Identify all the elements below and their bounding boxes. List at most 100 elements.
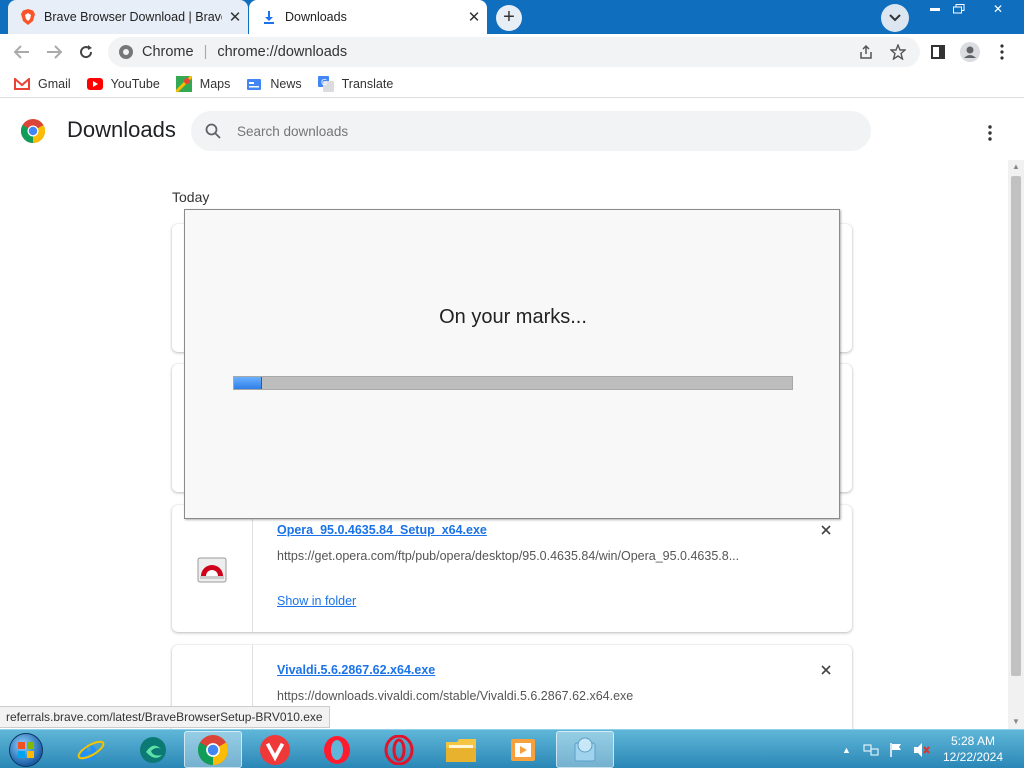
bookmark-label: Gmail xyxy=(38,76,71,91)
opera-installer-icon xyxy=(197,557,227,582)
search-downloads-box[interactable] xyxy=(191,111,871,151)
bookmark-star-button[interactable] xyxy=(884,38,912,66)
scroll-up-arrow-icon[interactable]: ▲ xyxy=(1008,160,1024,174)
show-hidden-icons-arrow-icon[interactable]: ▲ xyxy=(842,745,851,755)
brave-installer-window: On your marks... xyxy=(184,209,840,519)
page-scrollbar[interactable]: ▲ ▼ xyxy=(1008,160,1024,729)
scroll-thumb[interactable] xyxy=(1011,176,1021,676)
bookmark-youtube[interactable]: YouTube xyxy=(86,76,160,92)
tab-search-button[interactable] xyxy=(881,4,909,32)
start-button[interactable] xyxy=(4,732,48,768)
chrome-menu-button[interactable] xyxy=(988,38,1016,66)
action-center-flag-icon[interactable] xyxy=(889,742,903,758)
reload-icon xyxy=(80,45,93,59)
bookmark-maps[interactable]: Maps xyxy=(175,75,230,92)
download-source-url[interactable]: https://get.opera.com/ftp/pub/opera/desk… xyxy=(277,549,797,563)
restore-button[interactable] xyxy=(944,0,974,18)
side-panel-icon xyxy=(931,45,945,59)
share-button[interactable] xyxy=(852,38,880,66)
translate-icon: G xyxy=(317,75,334,92)
bookmark-news[interactable]: News xyxy=(246,76,302,92)
download-card-opera: Opera_95.0.4635.84_Setup_x64.exe https:/… xyxy=(172,505,852,632)
page-title: Downloads xyxy=(67,117,176,142)
taskbar-edge[interactable] xyxy=(124,731,182,768)
profile-button[interactable] xyxy=(956,38,984,66)
share-icon xyxy=(860,44,872,59)
clock-date: 12/22/2024 xyxy=(942,750,1004,764)
back-button[interactable] xyxy=(8,38,36,66)
taskbar-chrome[interactable] xyxy=(184,731,242,768)
system-tray: ▲ xyxy=(842,730,931,768)
star-icon xyxy=(890,44,906,60)
back-arrow-icon xyxy=(14,45,29,59)
youtube-icon xyxy=(86,76,103,92)
brave-icon xyxy=(20,9,36,25)
forward-arrow-icon xyxy=(47,45,62,59)
more-vert-icon xyxy=(988,125,992,141)
file-explorer-icon xyxy=(446,738,476,762)
internet-explorer-icon: e xyxy=(77,735,105,765)
tab-downloads[interactable]: Downloads ✕ xyxy=(249,0,487,34)
taskbar-vivaldi[interactable] xyxy=(246,731,304,768)
taskbar-installer[interactable] xyxy=(556,731,614,768)
show-in-folder-link[interactable]: Show in folder xyxy=(277,594,356,608)
taskbar-opera[interactable] xyxy=(308,731,366,768)
bookmark-label: Translate xyxy=(341,76,394,91)
search-input[interactable] xyxy=(237,123,737,139)
taskbar-media-player[interactable] xyxy=(494,731,552,768)
site-label: Chrome xyxy=(142,44,194,60)
downloads-header: Downloads xyxy=(0,99,1008,163)
reload-button[interactable] xyxy=(72,38,100,66)
chrome-site-icon xyxy=(119,45,133,59)
taskbar-file-explorer[interactable] xyxy=(432,731,490,768)
installer-icon xyxy=(574,737,596,761)
bookmark-gmail[interactable]: Gmail xyxy=(14,76,71,92)
address-bar[interactable]: Chrome | chrome://downloads xyxy=(108,37,920,67)
forward-button[interactable] xyxy=(40,38,68,66)
network-icon[interactable] xyxy=(863,742,879,758)
avatar-icon xyxy=(960,42,980,62)
more-vert-icon xyxy=(1000,44,1004,60)
download-filename-link[interactable]: Vivaldi.5.6.2867.62.x64.exe xyxy=(277,663,435,677)
download-source-url[interactable]: https://downloads.vivaldi.com/stable/Viv… xyxy=(277,689,797,703)
side-panel-button[interactable] xyxy=(924,38,952,66)
volume-muted-icon[interactable] xyxy=(913,742,931,758)
tab-brave-download[interactable]: Brave Browser Download | Brave ✕ xyxy=(8,0,248,34)
scroll-down-arrow-icon[interactable]: ▼ xyxy=(1008,715,1024,729)
remove-download-button[interactable] xyxy=(817,661,835,679)
close-tab-icon[interactable]: ✕ xyxy=(222,8,248,26)
news-icon xyxy=(246,76,262,92)
browser-toolbar: Chrome | chrome://downloads xyxy=(0,34,1024,70)
chrome-icon xyxy=(198,734,228,765)
separator: | xyxy=(203,44,208,60)
close-icon xyxy=(821,665,831,675)
opera-icon xyxy=(324,735,350,764)
download-filename-link[interactable]: Opera_95.0.4635.84_Setup_x64.exe xyxy=(277,523,487,537)
tab-strip: Brave Browser Download | Brave ✕ Downloa… xyxy=(0,0,1024,34)
link-status-bubble: referrals.brave.com/latest/BraveBrowserS… xyxy=(0,706,330,728)
new-tab-button[interactable]: + xyxy=(496,5,522,31)
close-window-button[interactable]: ✕ xyxy=(980,0,1016,18)
taskbar-clock[interactable]: 5:28 AM 12/22/2024 xyxy=(930,733,1016,765)
close-tab-icon[interactable]: ✕ xyxy=(461,8,487,26)
installer-progress-bar xyxy=(233,376,793,390)
clock-time: 5:28 AM xyxy=(950,734,996,748)
downloads-menu-button[interactable] xyxy=(978,121,1002,145)
taskbar-opera-gx[interactable] xyxy=(370,731,428,768)
bookmark-translate[interactable]: G Translate xyxy=(317,75,394,92)
url-text: chrome://downloads xyxy=(217,44,348,60)
installer-message: On your marks... xyxy=(439,306,587,328)
tab-title: Brave Browser Download | Brave xyxy=(44,10,222,24)
remove-download-button[interactable] xyxy=(817,521,835,539)
windows-logo-icon xyxy=(9,733,43,767)
taskbar-internet-explorer[interactable]: e xyxy=(62,731,120,768)
bookmark-label: YouTube xyxy=(110,76,160,91)
bookmark-label: News xyxy=(270,76,302,91)
download-icon xyxy=(261,9,277,25)
gmail-icon xyxy=(14,76,30,92)
svg-text:G: G xyxy=(321,78,327,87)
tab-title: Downloads xyxy=(285,10,347,24)
vivaldi-icon xyxy=(260,734,290,765)
media-player-icon xyxy=(511,738,535,761)
file-icon-column xyxy=(172,505,253,632)
